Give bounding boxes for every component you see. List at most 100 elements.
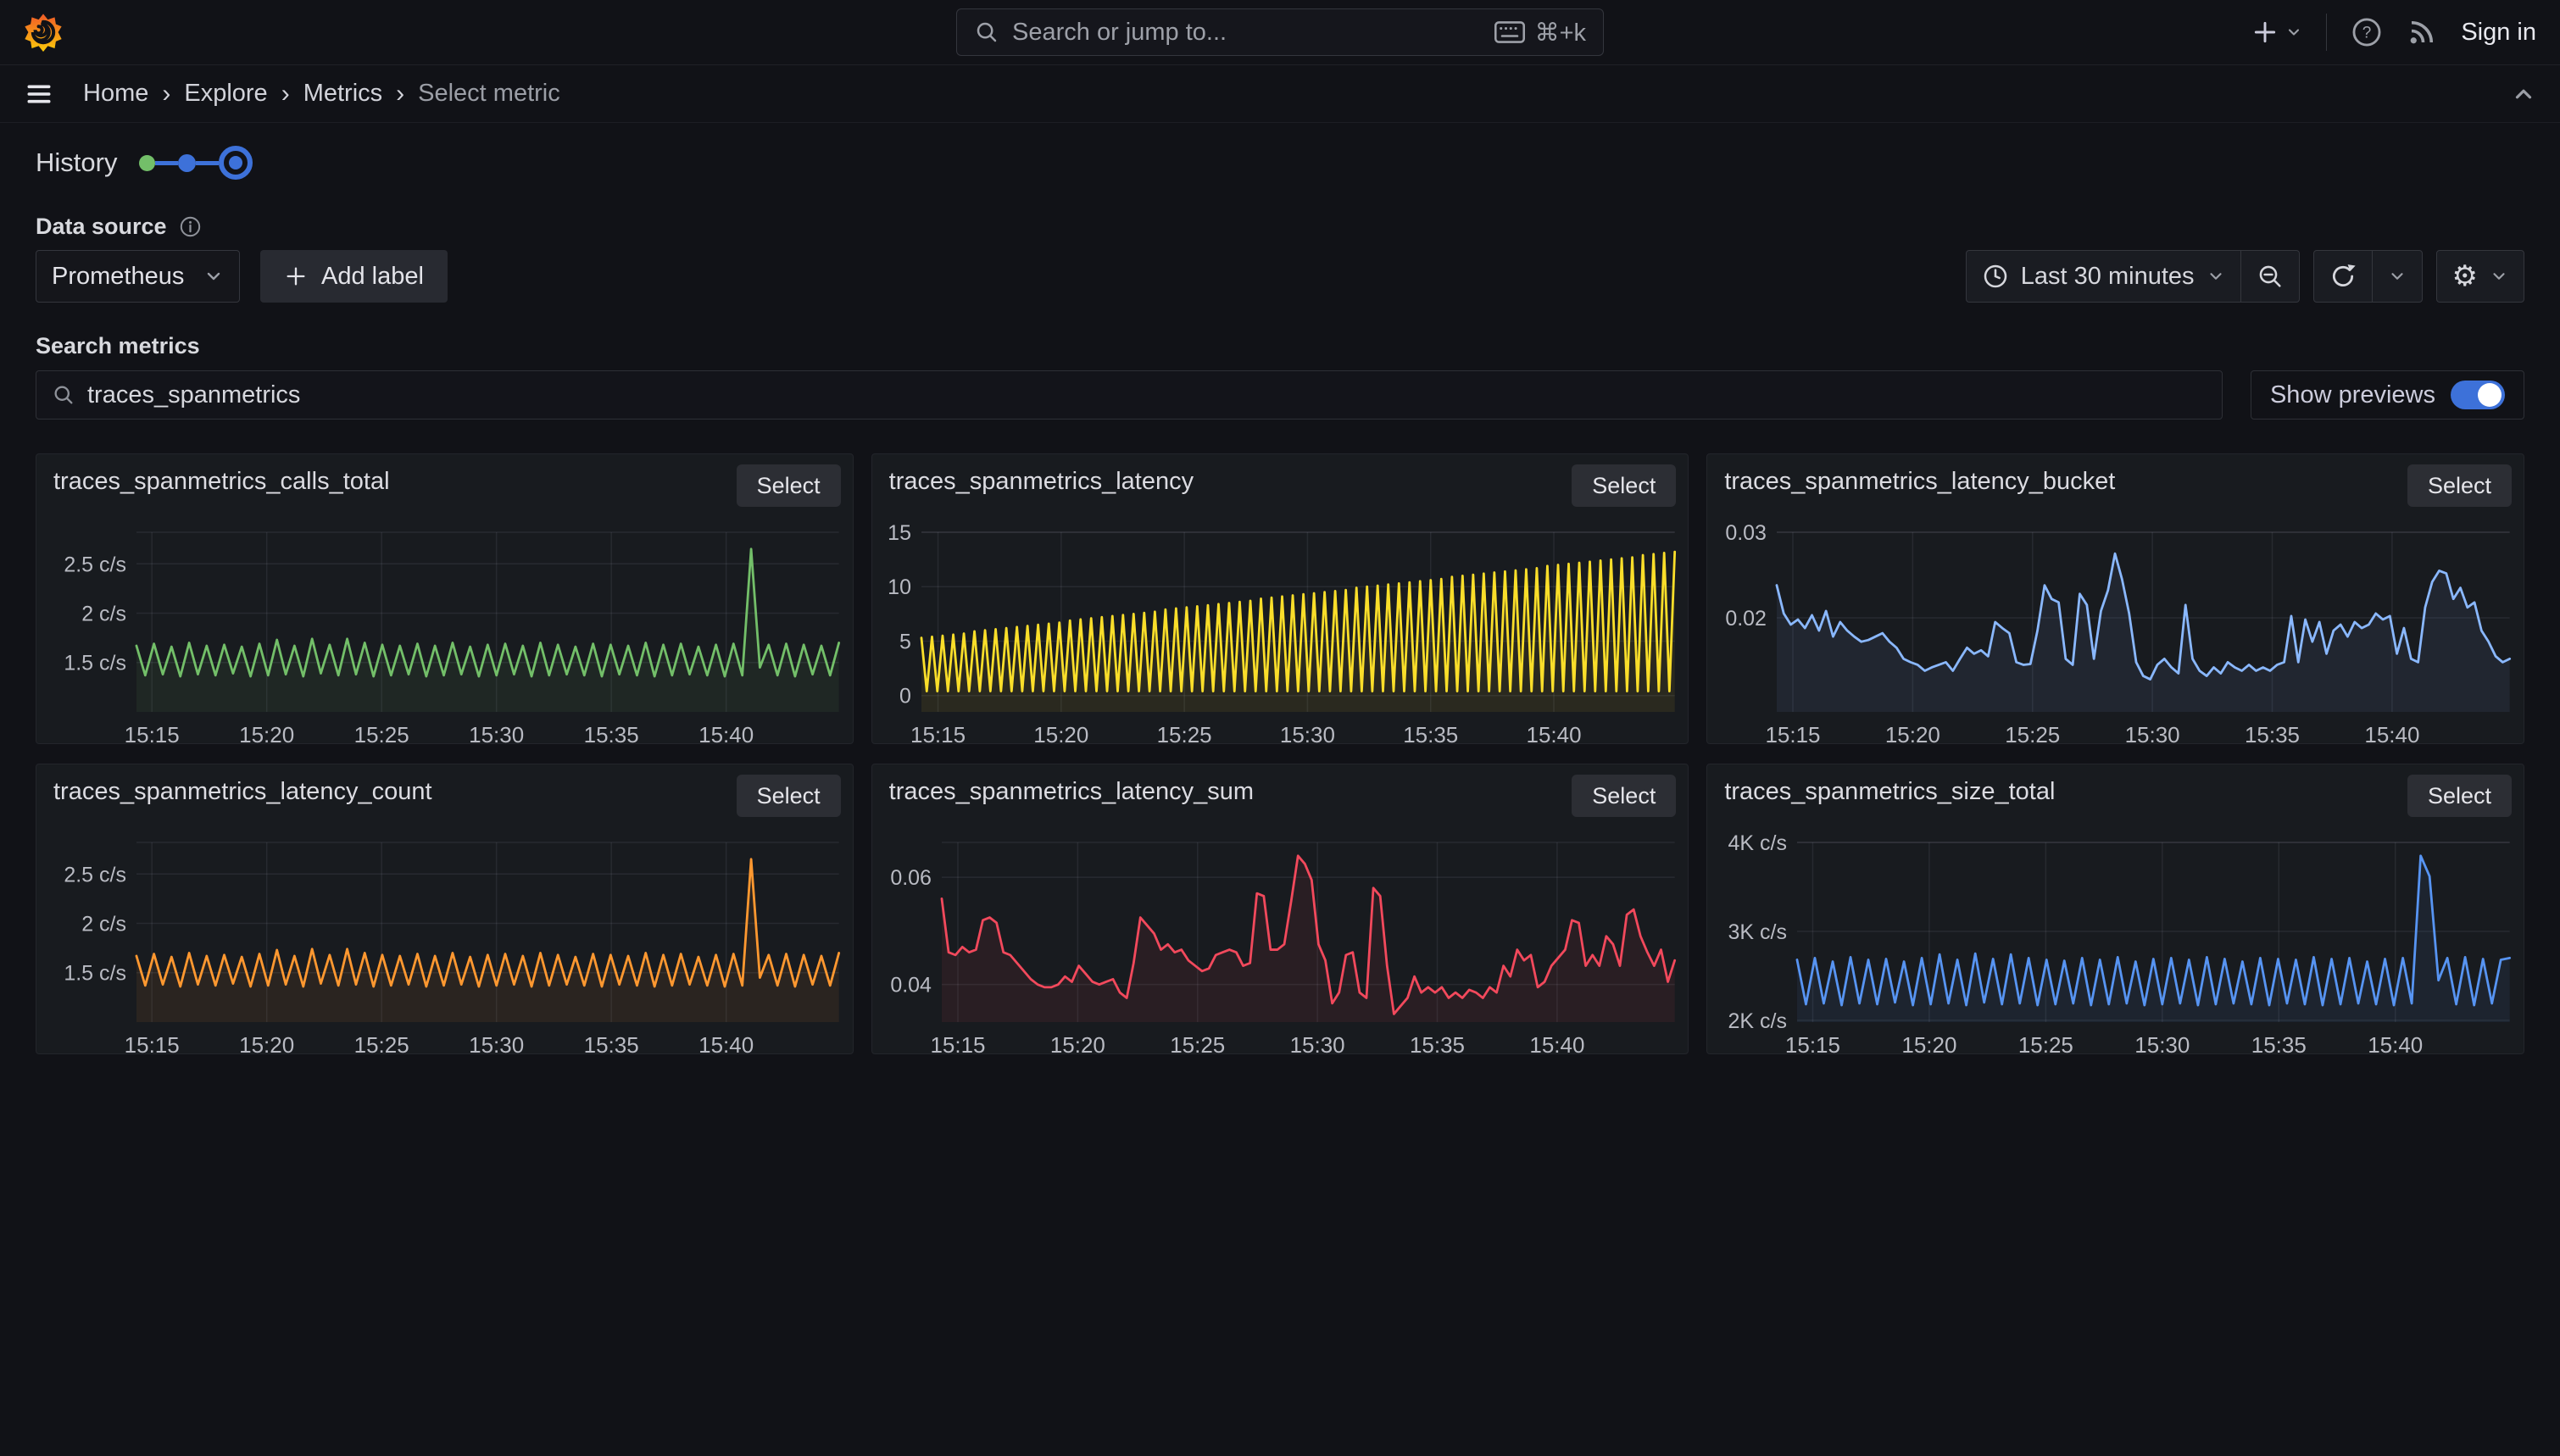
history-point-mid[interactable] — [178, 154, 196, 172]
refresh-button[interactable] — [2314, 251, 2372, 302]
metric-panels-grid: traces_spanmetrics_calls_total Select 1.… — [36, 453, 2524, 1054]
add-label-text: Add label — [321, 263, 424, 291]
breadcrumb-home[interactable]: Home — [83, 80, 148, 108]
metric-panel: traces_spanmetrics_latency_bucket Select… — [1706, 453, 2524, 744]
history-label: History — [36, 147, 117, 178]
settings-button[interactable]: ⚙ — [2437, 251, 2524, 302]
svg-text:15:35: 15:35 — [1410, 1032, 1465, 1053]
refresh-interval-dropdown[interactable] — [2372, 251, 2422, 302]
svg-text:15:15: 15:15 — [125, 1032, 180, 1053]
svg-text:15:20: 15:20 — [1902, 1032, 1957, 1053]
svg-text:2 c/s: 2 c/s — [81, 603, 126, 626]
metric-panel: traces_spanmetrics_latency_sum Select 0.… — [871, 764, 1689, 1054]
breadcrumb-separator: › — [396, 80, 404, 108]
metric-panel: traces_spanmetrics_calls_total Select 1.… — [36, 453, 854, 744]
svg-text:15:25: 15:25 — [2006, 722, 2061, 743]
chevron-up-icon — [2511, 81, 2536, 107]
chevron-down-icon — [2207, 267, 2225, 286]
svg-text:15:15: 15:15 — [1766, 722, 1821, 743]
grafana-logo[interactable] — [24, 13, 63, 52]
metric-preview-chart[interactable]: 0.040.0615:1515:2015:2515:3015:3515:40 — [872, 764, 1689, 1053]
svg-text:15:40: 15:40 — [2368, 1032, 2424, 1053]
metric-title: traces_spanmetrics_size_total — [1724, 778, 2055, 806]
svg-text:4K c/s: 4K c/s — [1728, 831, 1787, 855]
plus-icon — [284, 264, 308, 288]
svg-text:0.04: 0.04 — [890, 974, 932, 998]
zoom-out-icon — [2257, 263, 2284, 290]
settings-group: ⚙ — [2436, 250, 2524, 303]
metric-preview-chart[interactable]: 05101515:1515:2015:2515:3015:3515:40 — [872, 454, 1689, 743]
news-button[interactable] — [2407, 17, 2437, 47]
plus-icon — [2251, 19, 2279, 46]
metric-preview-chart[interactable]: 1.5 c/s2 c/s2.5 c/s15:1515:2015:2515:301… — [36, 454, 853, 743]
history-point-start[interactable] — [139, 155, 155, 171]
zoom-out-button[interactable] — [2240, 251, 2299, 302]
svg-text:2.5 c/s: 2.5 c/s — [64, 863, 126, 886]
svg-text:15:20: 15:20 — [1033, 722, 1088, 743]
time-range-picker[interactable]: Last 30 minutes — [1967, 251, 2240, 302]
new-menu-button[interactable] — [2251, 19, 2302, 46]
time-controls-group: Last 30 minutes — [1966, 250, 2300, 303]
svg-text:15:30: 15:30 — [2125, 722, 2180, 743]
svg-text:15:35: 15:35 — [2251, 1032, 2307, 1053]
select-metric-button[interactable]: Select — [1572, 775, 1676, 817]
show-previews-control: Show previews — [2251, 370, 2524, 420]
top-nav-actions: ? Sign in — [2251, 14, 2536, 51]
select-metric-button[interactable]: Select — [1572, 464, 1676, 507]
chevron-down-icon — [2490, 267, 2508, 286]
top-search-placeholder: Search or jump to... — [1012, 19, 1227, 47]
select-metric-button[interactable]: Select — [2407, 464, 2512, 507]
svg-text:15:15: 15:15 — [930, 1032, 985, 1053]
select-metric-button[interactable]: Select — [737, 464, 841, 507]
metric-preview-chart[interactable]: 1.5 c/s2 c/s2.5 c/s15:1515:2015:2515:301… — [36, 764, 853, 1053]
keyboard-icon — [1494, 21, 1525, 43]
grafana-flame-icon — [24, 13, 63, 52]
hamburger-icon — [24, 79, 54, 109]
select-metric-button[interactable]: Select — [2407, 775, 2512, 817]
svg-text:0: 0 — [899, 685, 911, 709]
sign-in-link[interactable]: Sign in — [2461, 19, 2536, 47]
chevron-down-icon — [203, 266, 224, 286]
metric-panel: traces_spanmetrics_latency Select 051015… — [871, 453, 1689, 744]
select-metric-button[interactable]: Select — [737, 775, 841, 817]
breadcrumb-separator: › — [162, 80, 170, 108]
metric-preview-chart[interactable]: 2K c/s3K c/s4K c/s15:1515:2015:2515:3015… — [1707, 764, 2524, 1053]
search-icon — [974, 19, 999, 45]
svg-text:15:40: 15:40 — [1526, 722, 1581, 743]
svg-text:2K c/s: 2K c/s — [1728, 1009, 1787, 1033]
collapse-controls-button[interactable] — [2511, 81, 2536, 107]
svg-text:2.5 c/s: 2.5 c/s — [64, 553, 126, 576]
metric-preview-chart[interactable]: 0.020.0315:1515:2015:2515:3015:3515:40 — [1707, 454, 2524, 743]
svg-text:15:40: 15:40 — [1529, 1032, 1584, 1053]
search-icon — [52, 383, 75, 407]
help-button[interactable]: ? — [2351, 16, 2383, 48]
metric-title: traces_spanmetrics_latency_count — [53, 778, 432, 806]
svg-text:15:30: 15:30 — [1289, 1032, 1344, 1053]
mega-menu-toggle[interactable] — [24, 79, 54, 109]
history-connector — [155, 161, 178, 165]
breadcrumb-metrics[interactable]: Metrics — [303, 80, 382, 108]
refresh-group — [2313, 250, 2423, 303]
info-icon[interactable] — [179, 215, 202, 238]
datasource-picker[interactable]: Prometheus — [36, 250, 240, 303]
history-connector — [196, 161, 219, 165]
svg-text:15:20: 15:20 — [1885, 722, 1940, 743]
gear-icon: ⚙ — [2452, 262, 2478, 291]
svg-text:15:25: 15:25 — [2018, 1032, 2073, 1053]
svg-text:15:40: 15:40 — [698, 722, 754, 743]
breadcrumb-explore[interactable]: Explore — [184, 80, 267, 108]
breadcrumb-separator: › — [281, 80, 290, 108]
metrics-search-input[interactable]: traces_spanmetrics — [36, 370, 2223, 420]
metric-panel: traces_spanmetrics_latency_count Select … — [36, 764, 854, 1054]
svg-text:15:35: 15:35 — [2245, 722, 2300, 743]
svg-text:15:25: 15:25 — [354, 722, 409, 743]
history-point-current[interactable] — [219, 146, 253, 180]
rss-icon — [2407, 17, 2437, 47]
add-label-button[interactable]: Add label — [260, 250, 448, 303]
time-range-value: Last 30 minutes — [2021, 263, 2195, 291]
svg-text:5: 5 — [899, 630, 911, 653]
top-search-input[interactable]: Search or jump to... ⌘+k — [956, 8, 1604, 56]
metric-title: traces_spanmetrics_latency_bucket — [1724, 468, 2115, 496]
show-previews-toggle[interactable] — [2451, 381, 2505, 409]
svg-text:0.06: 0.06 — [890, 866, 932, 890]
